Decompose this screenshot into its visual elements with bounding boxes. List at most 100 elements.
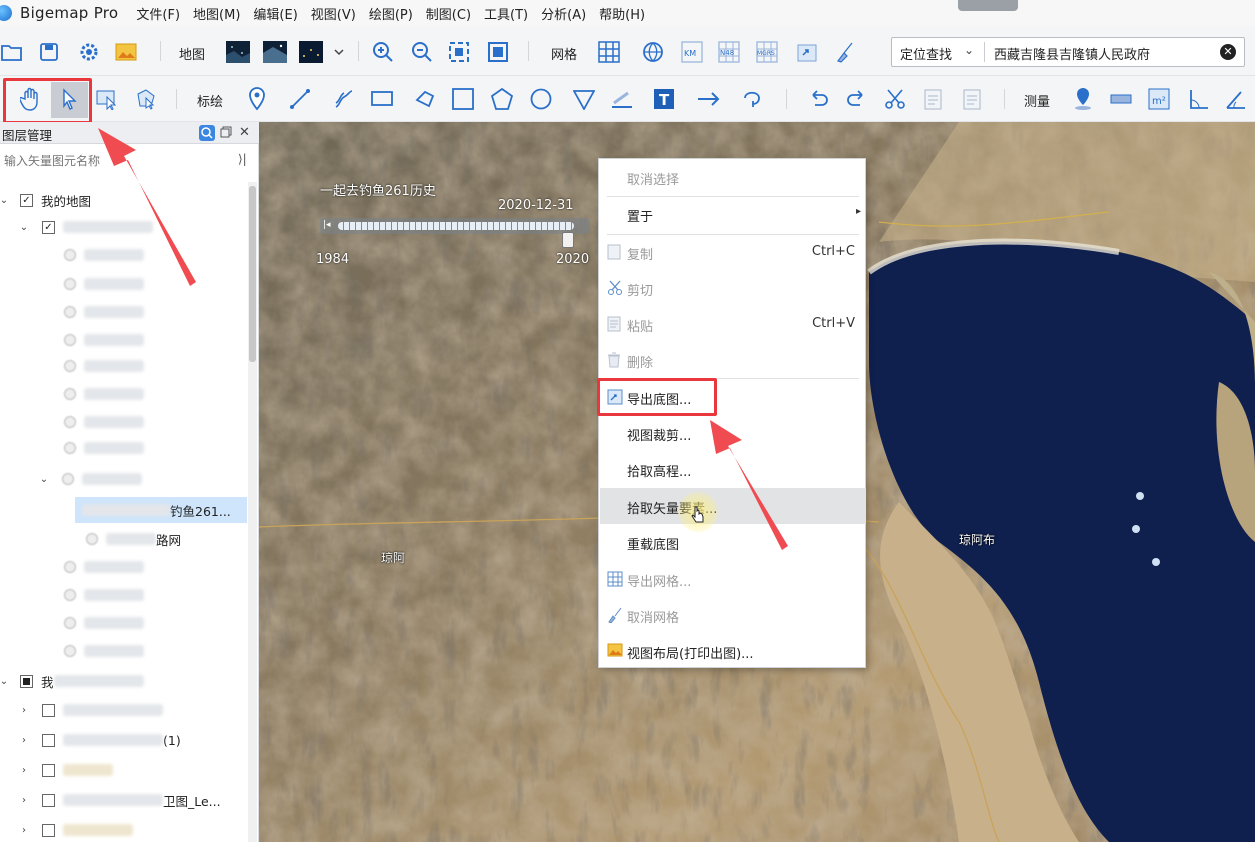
layer-visibility-toggle[interactable] [64,561,76,573]
tree-layer-row[interactable] [64,272,144,296]
menu-cartography[interactable]: 制图(C) [426,4,471,23]
chevron-down-icon[interactable]: ⌄ [38,474,50,485]
rectangle-icon[interactable] [370,87,394,111]
timeline-track[interactable]: |◂ [320,218,590,234]
float-window-icon[interactable] [220,126,232,142]
clear-search-icon[interactable]: ✕ [1220,44,1236,60]
ctx-reload-basemap[interactable]: 重载底图 [599,525,865,559]
tree-group-second[interactable]: ⌄ 我 [0,669,144,693]
layer-search-input[interactable] [4,150,234,172]
pentagon-icon[interactable] [490,87,514,111]
tree-layer-row[interactable]: › [18,758,113,782]
tree-layer-row[interactable]: › (1) [18,728,181,752]
undo-icon[interactable] [806,87,830,111]
settings-gear-icon[interactable] [77,40,101,64]
tree-layer-row[interactable]: › [18,818,133,842]
checkbox[interactable] [42,703,55,717]
arrow-icon[interactable] [697,87,721,111]
map-marker-icon[interactable] [245,87,269,111]
menu-map[interactable]: 地图(M) [193,4,240,23]
redo-icon[interactable] [845,87,869,111]
layer-visibility-toggle[interactable] [64,334,76,346]
checkbox[interactable]: ✓ [20,193,33,207]
ruler-icon[interactable] [610,87,634,111]
menu-view[interactable]: 视图(V) [311,4,356,23]
save-icon[interactable] [37,40,61,64]
grid-icon[interactable] [597,40,621,64]
zoom-in-icon[interactable] [371,40,395,64]
checkbox[interactable] [42,823,55,837]
layer-visibility-toggle[interactable] [64,617,76,629]
layer-visibility-toggle[interactable] [64,645,76,657]
ctx-view-clip[interactable]: 视图裁剪... [599,416,865,450]
angle-measure-icon[interactable] [1187,87,1211,111]
sector-icon[interactable] [572,87,596,111]
layer-visibility-toggle[interactable] [64,388,76,400]
tree-layer-row[interactable] [64,300,144,324]
chevron-down-icon[interactable]: ⌄ [0,195,10,206]
globe-grid-icon[interactable] [641,40,665,64]
menu-file[interactable]: 文件(F) [136,4,180,23]
timeline-prev-icon[interactable]: |◂ [323,220,331,230]
timeline-slider-handle[interactable] [562,232,574,248]
layer-visibility-toggle[interactable] [64,278,76,290]
night-map-icon[interactable] [299,40,323,64]
chevron-right-icon[interactable]: › [18,795,30,806]
tree-layer-row[interactable] [64,410,144,434]
clear-grid-brush-icon[interactable] [833,40,857,64]
mgrs-grid-icon[interactable]: MGRS [755,40,779,64]
layer-visibility-toggle[interactable] [86,533,98,545]
ctx-delete[interactable]: 删除 [599,343,865,377]
menu-analysis[interactable]: 分析(A) [541,4,586,23]
curved-arrow-icon[interactable] [741,87,765,111]
chevron-right-icon[interactable]: › [18,735,30,746]
distance-measure-icon[interactable] [1109,87,1133,111]
menu-help[interactable]: 帮助(H) [599,4,645,23]
map-dropdown-chevron-icon[interactable] [327,40,351,64]
layer-visibility-toggle[interactable] [62,473,74,485]
satellite-map-icon[interactable] [226,40,250,64]
road-layer-row[interactable]: 路网 [86,527,181,551]
timeline-bar[interactable] [338,222,574,230]
ctx-copy[interactable]: 复制 Ctrl+C [599,235,865,269]
layer-visibility-toggle[interactable] [64,589,76,601]
window-control-button[interactable] [958,0,1018,11]
tree-layer-row[interactable]: › 卫图_Le... [18,788,221,812]
layer-visibility-toggle[interactable] [64,360,76,372]
tree-layer-row[interactable] [64,382,144,406]
hybrid-map-icon[interactable] [263,40,287,64]
checkbox[interactable] [20,674,33,688]
close-icon[interactable]: ✕ [239,125,250,140]
polygon-select-icon[interactable] [134,87,158,111]
export-grid-icon[interactable] [795,40,819,64]
azimuth-measure-icon[interactable] [1224,87,1248,111]
search-icon[interactable] [199,125,215,141]
square-icon[interactable] [451,87,475,111]
chevron-right-icon[interactable]: › [18,765,30,776]
layer-visibility-toggle[interactable] [64,442,76,454]
chevron-down-icon[interactable]: ⌄ [18,222,30,233]
location-pin-measure-icon[interactable] [1071,87,1095,111]
tree-subgroup[interactable]: ⌄ ✓ [18,215,153,239]
tree-layer-row[interactable] [64,243,144,267]
tree-layer-row[interactable] [64,611,144,635]
tree-layer-row[interactable]: › [18,698,163,722]
open-folder-icon[interactable] [0,40,24,64]
zoom-extent-icon[interactable] [447,40,471,64]
selected-layer-row[interactable]: 钓鱼261... [82,498,231,522]
tree-layer-row[interactable] [64,583,144,607]
checkbox[interactable] [42,733,55,747]
sheet-grid-icon[interactable]: N48 [717,40,741,64]
locate-search-input[interactable] [994,43,1214,63]
checkbox[interactable]: ✓ [42,220,55,234]
chevron-down-icon[interactable]: ⌄ [964,43,974,57]
ctx-cancel-select[interactable]: 取消选择 [599,160,865,194]
area-measure-icon[interactable]: m² [1147,87,1171,111]
menu-edit[interactable]: 编辑(E) [253,4,297,23]
tree-layer-row[interactable] [64,328,144,352]
ctx-place[interactable]: 置于 ▸ [599,197,865,231]
box-select-icon[interactable] [95,87,119,111]
km-grid-icon[interactable]: KM [680,40,704,64]
ctx-pick-vector[interactable]: 拾取矢量要素... [599,489,865,523]
layer-visibility-toggle[interactable] [64,416,76,428]
